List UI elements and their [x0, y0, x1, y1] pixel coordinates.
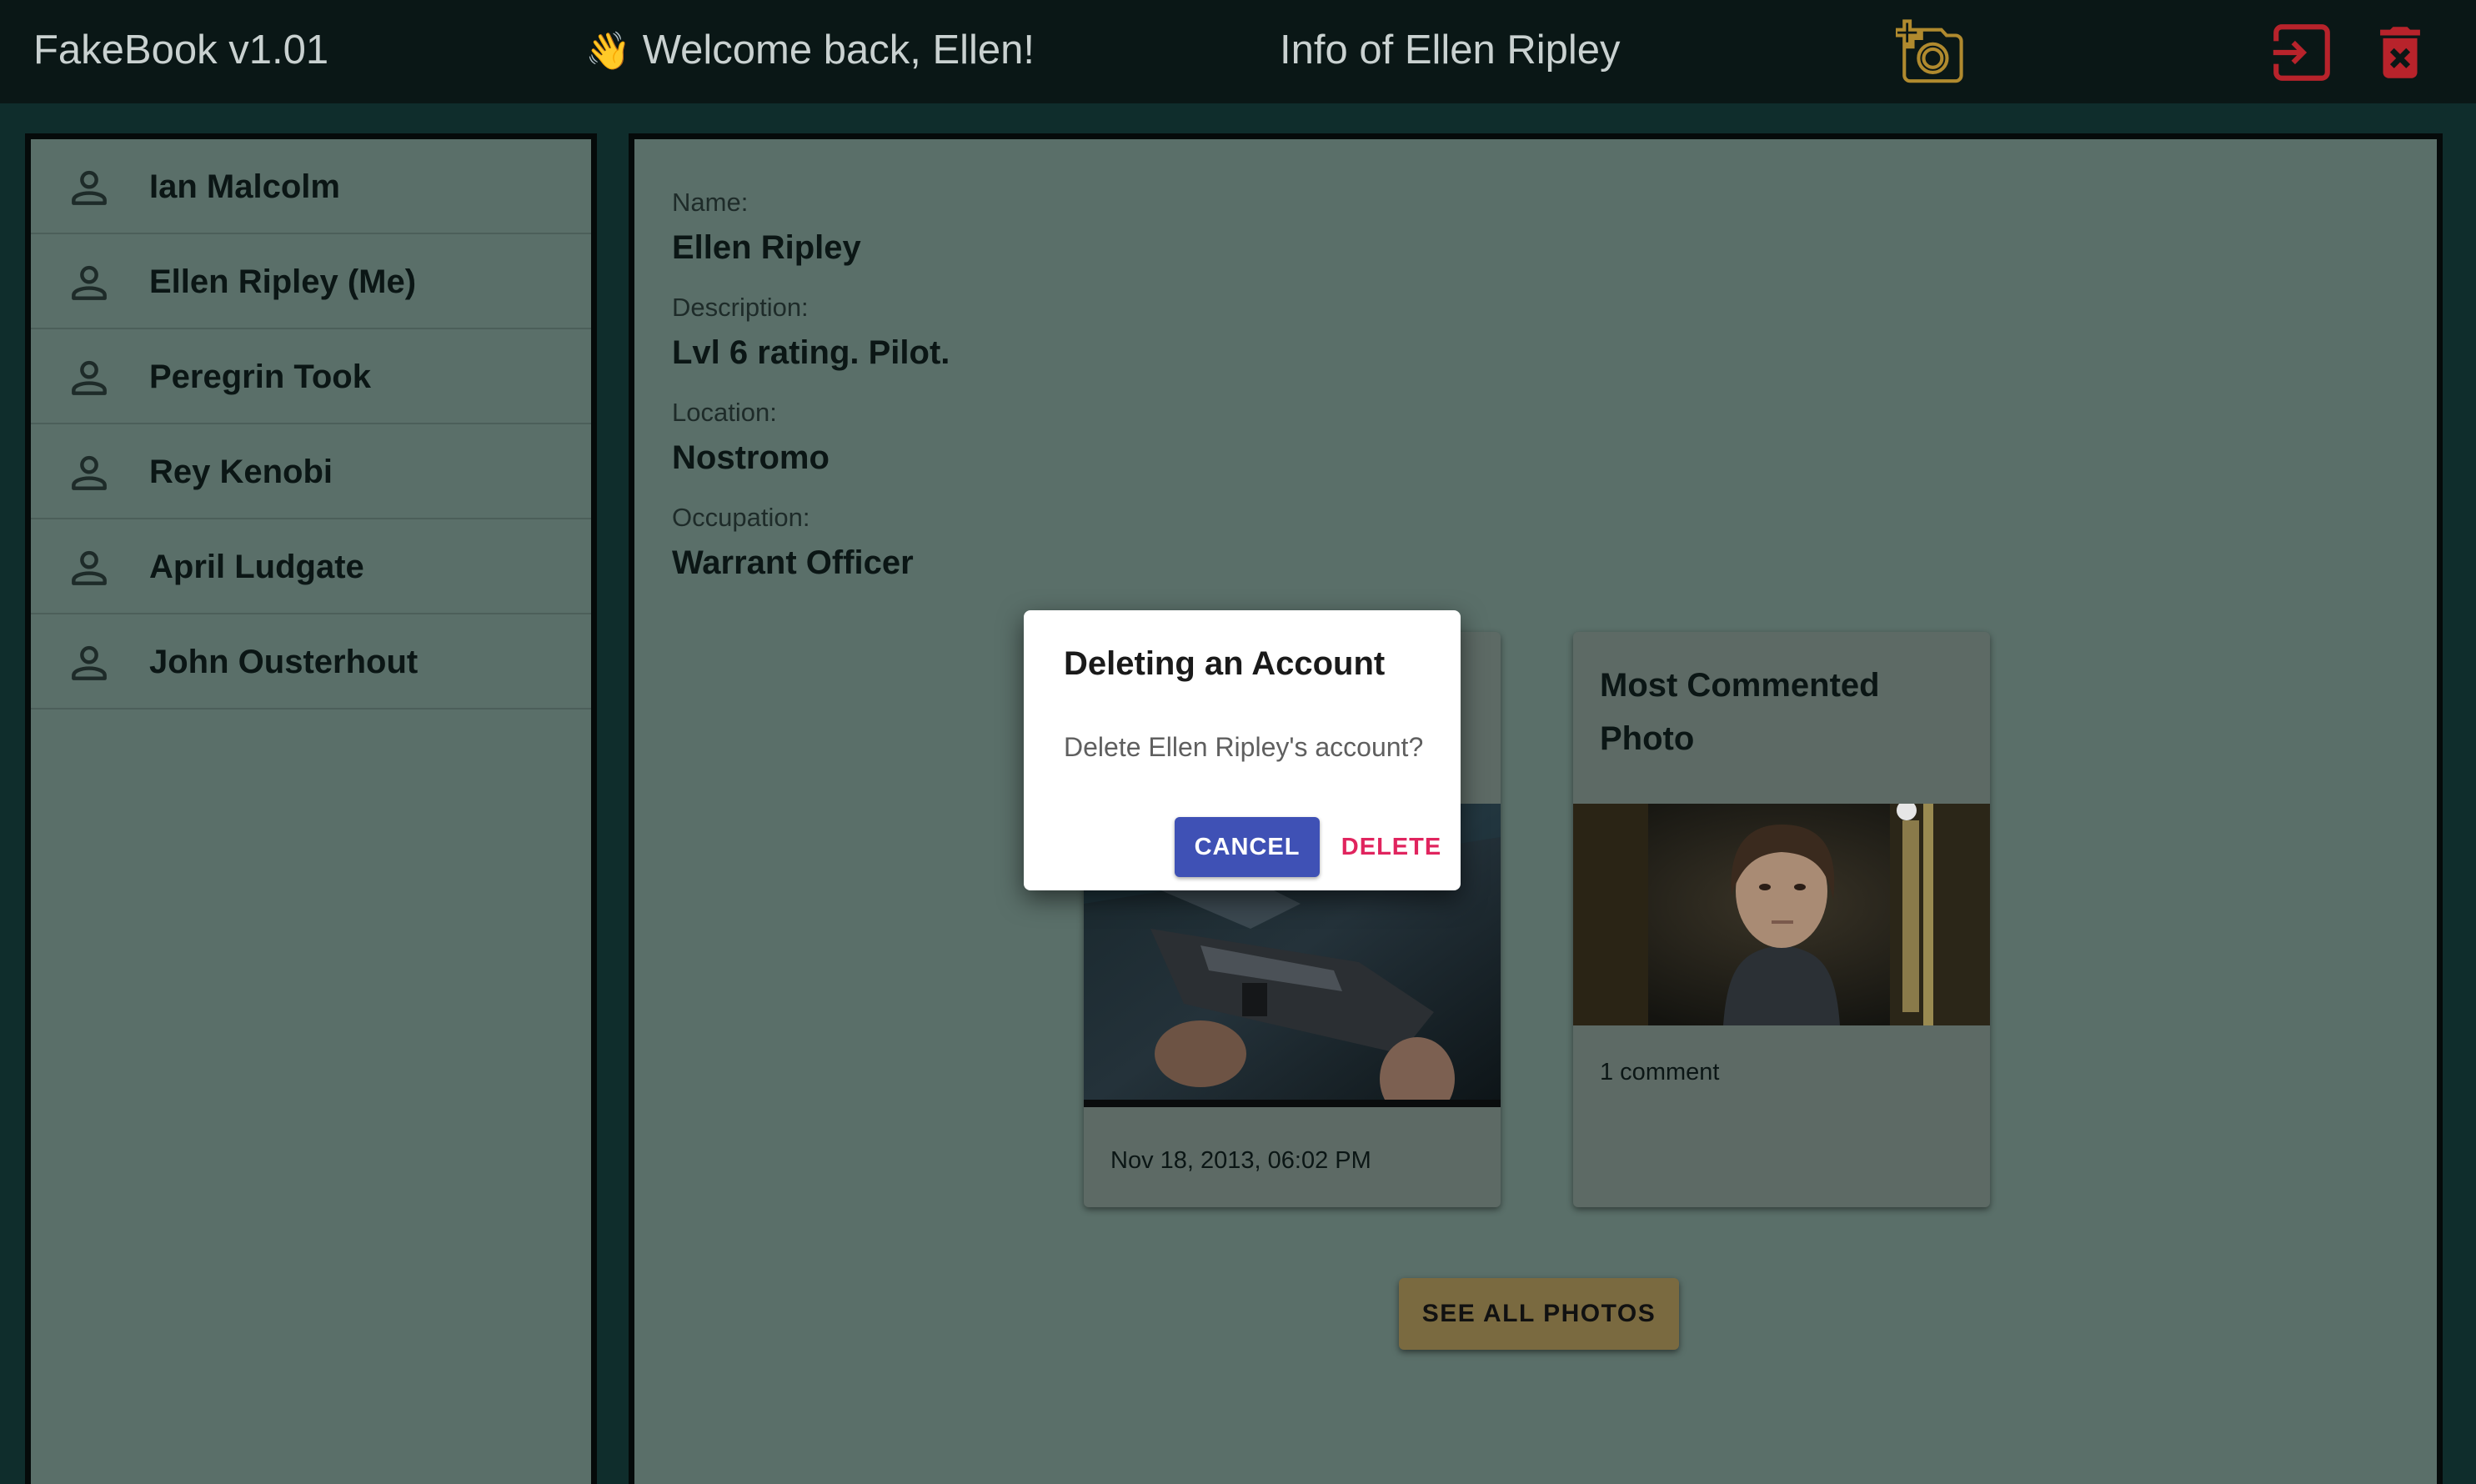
app-bar: FakeBook v1.01 👋 Welcome back, Ellen! Inf… [0, 0, 2476, 103]
user-list-item-ellen-ripley[interactable]: Ellen Ripley (Me) [31, 234, 591, 329]
person-icon [66, 639, 113, 686]
location-value: Nostromo [672, 439, 830, 476]
name-value: Ellen Ripley [672, 229, 861, 266]
user-name: Ellen Ripley (Me) [149, 263, 417, 300]
welcome-message: 👋 Welcome back, Ellen! [585, 0, 1035, 103]
user-detail-panel: Name: Ellen Ripley Description: Lvl 6 ra… [629, 133, 2443, 1484]
user-name: Rey Kenobi [149, 454, 333, 490]
user-list-panel: Ian Malcolm Ellen Ripley (Me) Peregrin T… [25, 133, 597, 1484]
dialog-title: Deleting an Account [1064, 645, 1386, 682]
user-name: April Ludgate [149, 549, 364, 585]
most-commented-photo-card[interactable]: Most Commented Photo 1 comment [1573, 632, 1990, 1207]
card-title: Most Commented Photo [1600, 667, 1880, 757]
user-list: Ian Malcolm Ellen Ripley (Me) Peregrin T… [31, 139, 591, 709]
person-icon [66, 544, 113, 591]
description-value: Lvl 6 rating. Pilot. [672, 334, 950, 371]
most-commented-photo[interactable] [1573, 804, 1990, 1025]
user-list-item-rey-kenobi[interactable]: Rey Kenobi [31, 424, 591, 519]
name-label: Name: [672, 188, 749, 217]
user-list-item-peregrin-took[interactable]: Peregrin Took [31, 329, 591, 424]
delete-account-icon [2380, 27, 2420, 78]
welcome-text: Welcome back, Ellen! [642, 28, 1035, 73]
location-label: Location: [672, 398, 777, 427]
add-photo-button[interactable] [1896, 18, 1964, 87]
logout-icon [2270, 24, 2330, 81]
user-list-item-april-ludgate[interactable]: April Ludgate [31, 519, 591, 614]
dialog-message: Delete Ellen Ripley's account? [1064, 732, 1424, 762]
person-icon [66, 164, 113, 211]
cancel-button[interactable]: CANCEL [1175, 817, 1320, 877]
waving-hand-icon: 👋 [585, 31, 631, 72]
user-name: Ian Malcolm [149, 168, 340, 205]
app-title: FakeBook v1.01 [33, 28, 329, 73]
delete-button[interactable]: DELETE [1337, 817, 1446, 877]
comment-count: 1 comment [1600, 1059, 1720, 1085]
occupation-label: Occupation: [672, 503, 810, 532]
delete-account-button[interactable] [2366, 18, 2434, 87]
person-icon [66, 449, 113, 496]
recent-photo-date: Nov 18, 2013, 06:02 PM [1110, 1147, 1371, 1174]
occupation-value: Warrant Officer [672, 544, 914, 581]
see-all-photos-button[interactable]: SEE ALL PHOTOS [1399, 1278, 1679, 1350]
context-title: Info of Ellen Ripley [1280, 28, 1621, 73]
logout-button[interactable] [2268, 18, 2336, 87]
delete-account-dialog: Deleting an Account Delete Ellen Ripley'… [1024, 610, 1461, 890]
add-photo-icon [1896, 19, 1963, 83]
description-label: Description: [672, 293, 809, 322]
person-icon [66, 354, 113, 401]
user-name: Peregrin Took [149, 358, 371, 395]
person-icon [66, 259, 113, 306]
user-name: John Ousterhout [149, 644, 419, 680]
user-list-item-ian-malcolm[interactable]: Ian Malcolm [31, 139, 591, 234]
user-list-item-john-ousterhout[interactable]: John Ousterhout [31, 614, 591, 709]
